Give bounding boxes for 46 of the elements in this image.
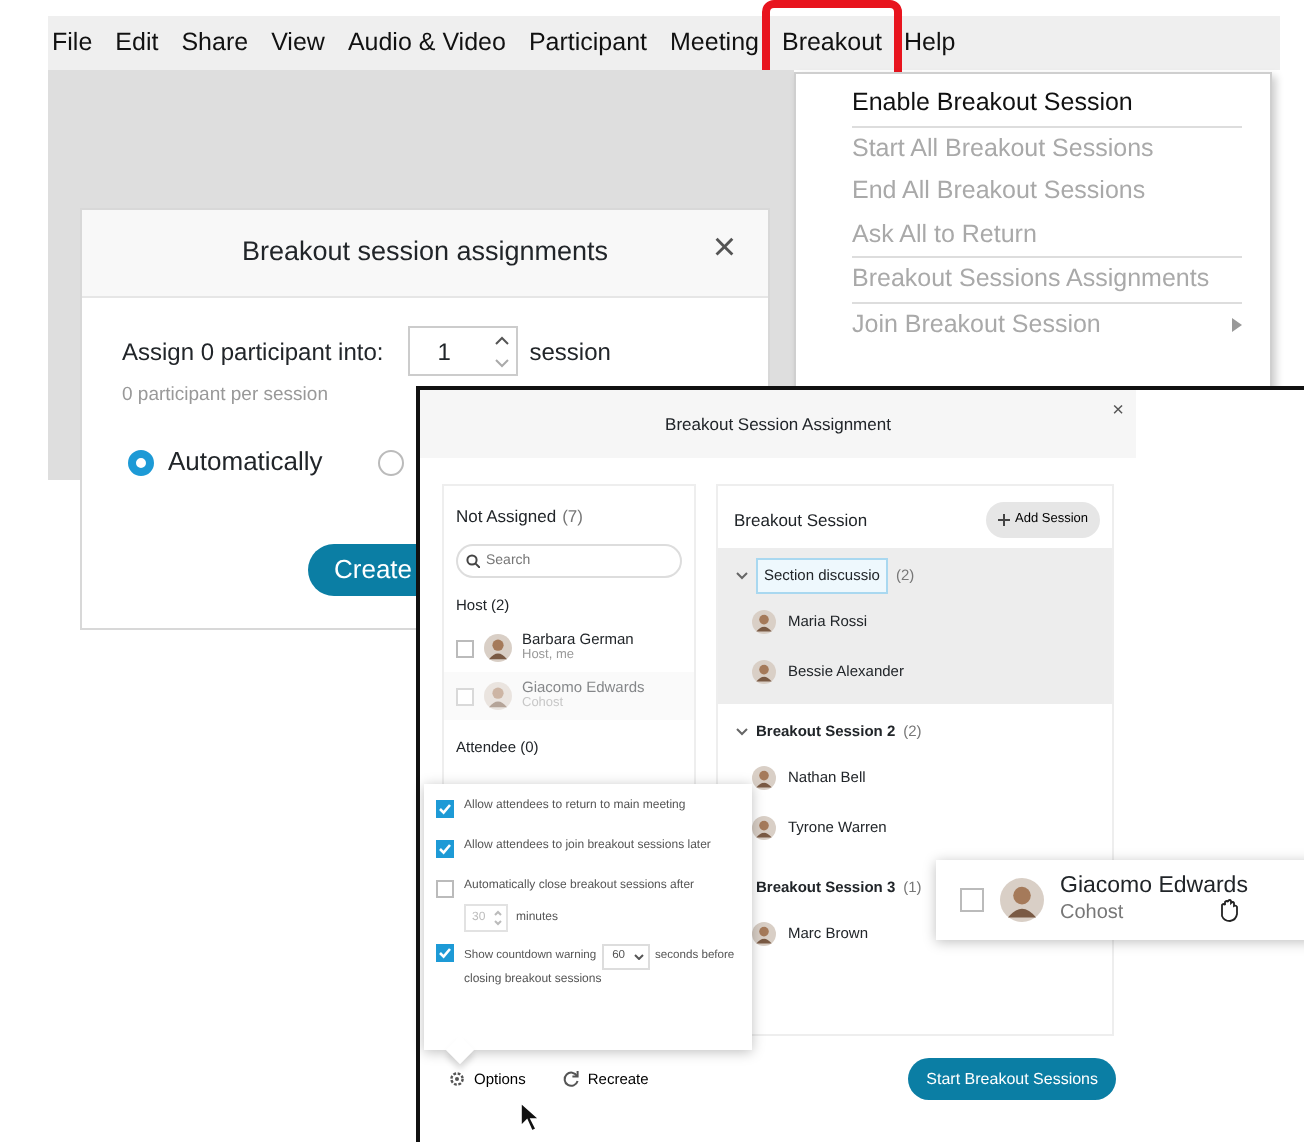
dragged-participant-card[interactable]: Giacomo Edwards Cohost (936, 860, 1304, 940)
avatar-icon (752, 815, 776, 839)
menu-option[interactable]: Enable Breakout Session (852, 84, 1133, 123)
avatar-icon (484, 634, 512, 662)
checkbox[interactable] (436, 800, 454, 818)
assign-label: Assign 0 participant into: (122, 335, 384, 369)
start-sessions-button[interactable]: Start Breakout Sessions (908, 1058, 1116, 1100)
panel-title: Breakout Session (734, 507, 868, 533)
chevron-down-icon (633, 954, 644, 960)
avatar-icon (752, 921, 776, 945)
menu-item[interactable]: Audio & Video (347, 24, 506, 62)
radio-button[interactable] (378, 449, 405, 475)
menu-item[interactable]: View (271, 24, 325, 62)
panel-title: Not Assigned (456, 504, 557, 530)
gear-icon (448, 1070, 466, 1088)
per-session-text: 0 participant per session (122, 382, 330, 410)
session-label: session (529, 335, 611, 369)
search-icon (466, 553, 480, 568)
checkbox[interactable] (436, 840, 454, 858)
checkbox[interactable] (456, 639, 474, 657)
menu-item[interactable]: Participant (528, 24, 647, 62)
plus-icon (997, 514, 1009, 526)
menu-item[interactable]: Help (904, 24, 956, 62)
spinner-arrows-icon (494, 910, 502, 926)
avatar-icon (752, 765, 776, 789)
checkbox[interactable] (436, 944, 454, 962)
radio-label: Automatically (168, 444, 323, 481)
participant-count: (7) (562, 504, 583, 530)
checkbox[interactable] (436, 880, 454, 898)
menu-item[interactable]: Edit (115, 24, 159, 62)
dialog-title: Breakout session assignments (241, 234, 609, 271)
close-button[interactable]: × (712, 228, 736, 268)
avatar-icon (484, 682, 512, 710)
avatar-icon (752, 609, 776, 633)
radio-button[interactable] (128, 449, 154, 475)
cursor-icon (520, 1102, 540, 1132)
session-count-field[interactable]: 1 (407, 326, 518, 376)
dialog-title: Breakout Session Assignment (665, 411, 891, 437)
avatar-icon (752, 659, 776, 683)
menu-item[interactable]: File (52, 24, 93, 62)
menu-item[interactable]: Meeting (670, 24, 759, 62)
refresh-icon (561, 1070, 580, 1088)
menu-item[interactable]: Share (181, 24, 249, 62)
close-button[interactable]: × (1112, 402, 1124, 422)
avatar-icon (1000, 878, 1044, 922)
checkbox[interactable] (960, 888, 984, 912)
